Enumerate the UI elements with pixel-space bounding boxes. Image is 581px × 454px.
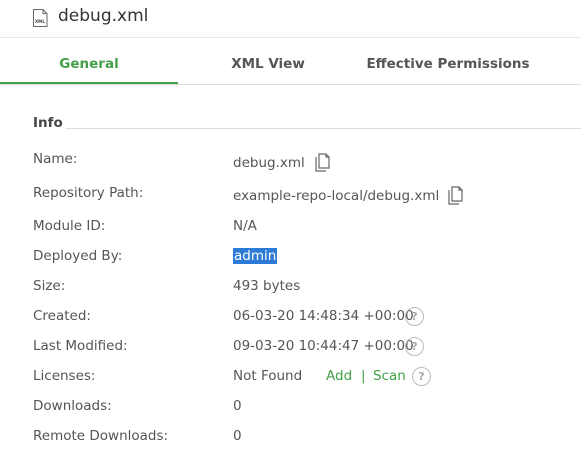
xml-file-icon-text: XML: [35, 19, 45, 24]
page-title: debug.xml: [58, 6, 149, 26]
last-modified-value: 09-03-20 10:44:47 +00:00: [233, 338, 414, 354]
last-modified-label: Last Modified:: [33, 338, 128, 354]
name-label: Name:: [33, 151, 78, 167]
licenses-label: Licenses:: [33, 368, 96, 384]
licenses-value: Not Found: [233, 368, 303, 384]
add-license-link[interactable]: Add: [326, 368, 352, 384]
last-modified-help-icon[interactable]: ?: [405, 337, 424, 356]
remote-downloads-label: Remote Downloads:: [33, 428, 169, 444]
module-id-value: N/A: [233, 218, 257, 234]
remote-downloads-value: 0: [233, 428, 242, 444]
scan-license-link[interactable]: Scan: [373, 368, 406, 384]
deployed-by-value[interactable]: admin: [233, 248, 278, 264]
copy-name-icon[interactable]: [313, 153, 331, 173]
deployed-by-label: Deployed By:: [33, 248, 123, 264]
license-link-separator: |: [361, 368, 366, 384]
repository-path-value: example-repo-local/debug.xml: [233, 188, 440, 204]
tab-general[interactable]: General: [0, 38, 178, 84]
deployed-by-row: admin: [233, 248, 278, 264]
tab-effective-permissions[interactable]: Effective Permissions: [358, 38, 538, 82]
xml-file-icon: XML: [33, 9, 48, 27]
section-divider: [66, 128, 581, 129]
created-value: 06-03-20 14:48:34 +00:00: [233, 308, 414, 324]
repository-path-row: example-repo-local/debug.xml: [233, 186, 464, 206]
created-help-icon[interactable]: ?: [405, 307, 424, 326]
size-label: Size:: [33, 278, 66, 294]
name-value: debug.xml: [233, 155, 305, 171]
copy-path-icon[interactable]: [446, 186, 464, 206]
module-id-label: Module ID:: [33, 218, 106, 234]
name-value-row: debug.xml: [233, 153, 331, 173]
downloads-value: 0: [233, 398, 242, 414]
size-value: 493 bytes: [233, 278, 301, 294]
tab-bar: General XML View Effective Permissions: [0, 38, 581, 85]
file-header: XML debug.xml: [0, 0, 581, 38]
tab-xml-view[interactable]: XML View: [178, 38, 358, 82]
repository-path-label: Repository Path:: [33, 185, 144, 201]
downloads-label: Downloads:: [33, 398, 112, 414]
created-label: Created:: [33, 308, 91, 324]
info-section-title: Info: [33, 115, 63, 131]
licenses-help-icon[interactable]: ?: [412, 367, 431, 386]
